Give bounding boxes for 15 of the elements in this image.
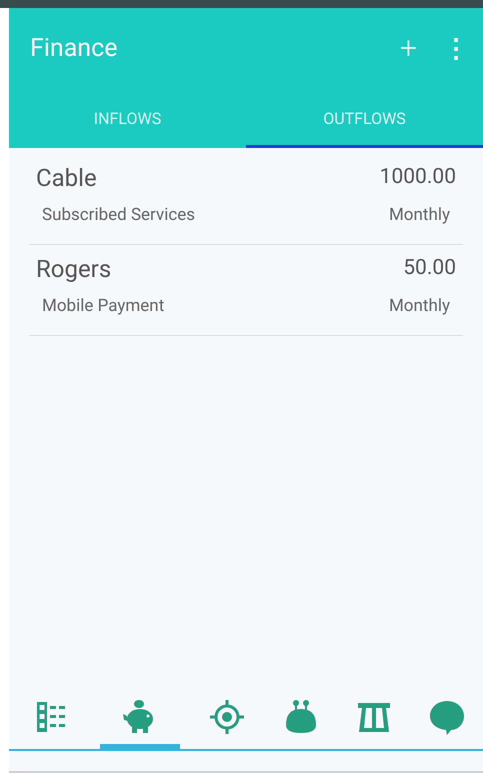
item-amount: 1000.00: [380, 164, 456, 192]
item-category: Mobile Payment: [42, 295, 164, 318]
tab[interactable]: INFLOWS: [9, 90, 246, 148]
item-frequency: Monthly: [388, 295, 450, 318]
item-frequency: Monthly: [388, 204, 450, 227]
more-options-button[interactable]: ⋮: [443, 36, 469, 62]
item-category: Subscribed Services: [42, 204, 196, 227]
tab[interactable]: OUTFLOWS: [246, 90, 483, 148]
app-title: Finance: [30, 33, 118, 66]
item-name: Rogers: [36, 254, 112, 285]
add-button[interactable]: +: [400, 34, 417, 64]
item-name: Cable: [36, 163, 97, 194]
chat-bubble-icon: [428, 698, 465, 734]
item-amount: 50.00: [403, 255, 456, 282]
target-icon: [209, 698, 246, 734]
